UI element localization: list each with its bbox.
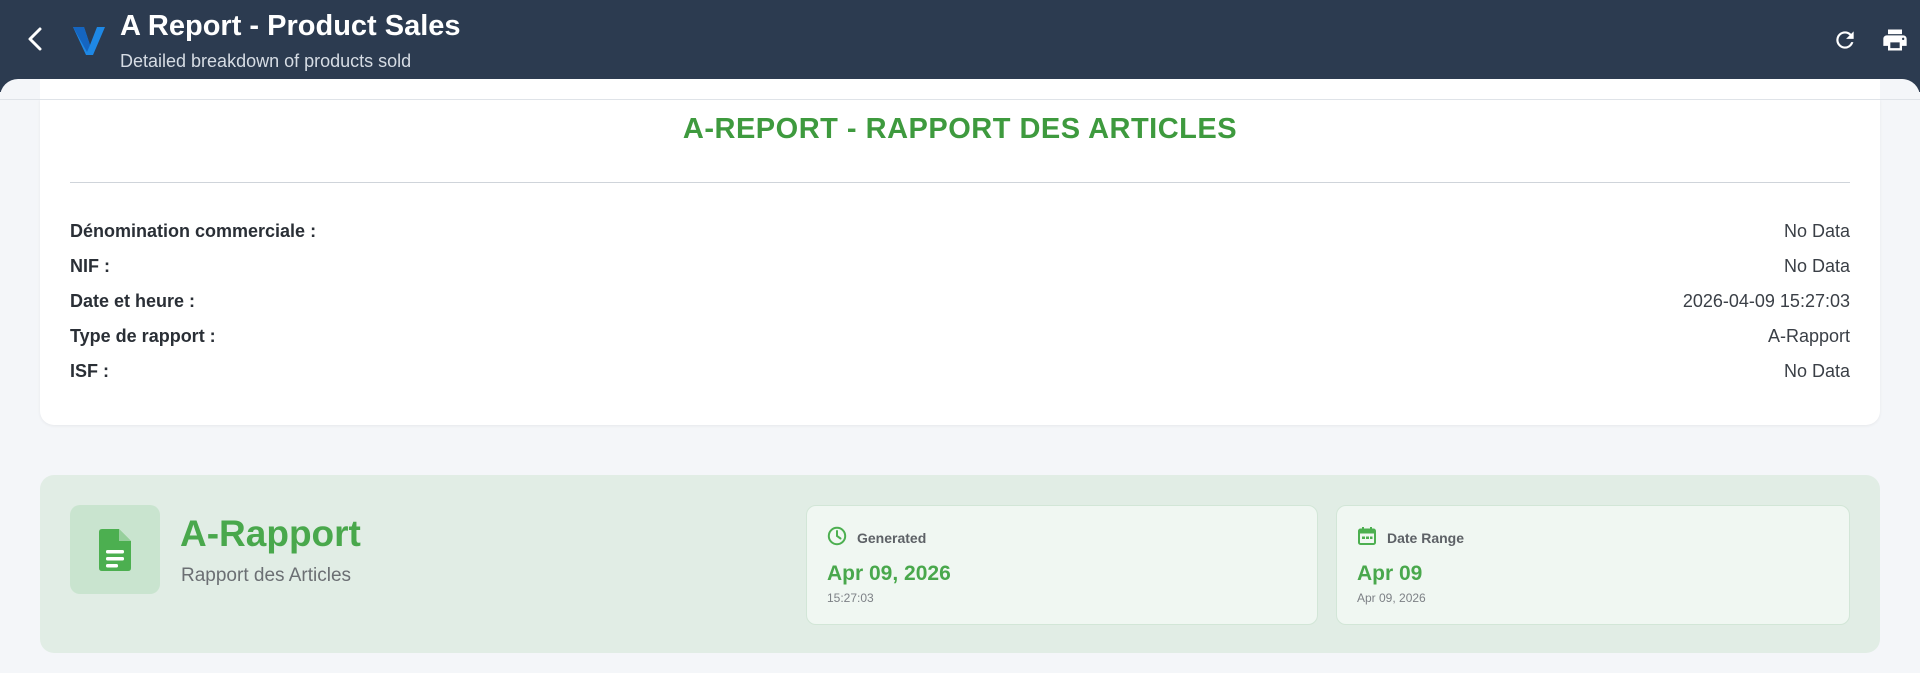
- report-heading: A-REPORT - RAPPORT DES ARTICLES: [682, 113, 1238, 145]
- info-row-date: Date et heure : 2026-04-09 15:27:03: [70, 291, 1850, 315]
- info-label: Type de rapport :: [70, 326, 216, 346]
- chevron-left-icon: [28, 27, 42, 51]
- generated-card: Generated Apr 09, 2026 15:27:03: [806, 505, 1318, 625]
- info-value: 2026-04-09 15:27:03: [1682, 291, 1850, 311]
- refresh-button[interactable]: [1830, 25, 1860, 55]
- back-button[interactable]: [20, 22, 50, 56]
- summary-title: A-Rapport: [180, 513, 361, 554]
- print-icon: [1883, 29, 1907, 51]
- date-range-value: Apr 09: [1357, 562, 1423, 585]
- generated-date: Apr 09, 2026: [827, 562, 951, 585]
- info-row-nif: NIF : No Data: [70, 256, 1850, 280]
- info-value: No Data: [1783, 361, 1850, 381]
- generated-time: 15:27:03: [827, 591, 874, 605]
- summary-subtitle: Rapport des Articles: [181, 565, 352, 586]
- page-title: A Report - Product Sales: [120, 10, 461, 42]
- summary-card: A-Rapport Rapport des Articles Generated…: [40, 475, 1880, 653]
- calendar-icon: [1358, 527, 1376, 545]
- info-row-denomination: Dénomination commerciale : No Data: [70, 221, 1850, 245]
- document-tile: [70, 505, 160, 594]
- document-icon: [99, 528, 131, 571]
- info-value: No Data: [1783, 256, 1850, 276]
- header-divider: [0, 99, 1920, 100]
- info-label: Date et heure :: [70, 291, 196, 311]
- info-label: ISF :: [70, 361, 109, 381]
- refresh-icon: [1836, 31, 1854, 49]
- date-range-card: Date Range Apr 09 Apr 09, 2026: [1336, 505, 1850, 625]
- divider: [70, 182, 1850, 183]
- content-area: A-REPORT - RAPPORT DES ARTICLES Dénomina…: [0, 79, 1920, 673]
- date-range-label: Date Range: [1387, 530, 1465, 546]
- info-label: NIF :: [70, 256, 110, 276]
- info-value: No Data: [1783, 221, 1850, 241]
- info-row-isf: ISF : No Data: [70, 361, 1850, 385]
- clock-icon: [827, 526, 847, 546]
- generated-label: Generated: [857, 530, 927, 546]
- print-button[interactable]: [1878, 25, 1912, 55]
- report-info-card: A-REPORT - RAPPORT DES ARTICLES Dénomina…: [40, 79, 1880, 425]
- info-row-type: Type de rapport : A-Rapport: [70, 326, 1850, 350]
- date-range-sub: Apr 09, 2026: [1357, 591, 1426, 605]
- info-value: A-Rapport: [1767, 326, 1850, 346]
- page-subtitle: Detailed breakdown of products sold: [120, 51, 412, 71]
- info-label: Dénomination commerciale :: [70, 221, 317, 241]
- app-logo: [73, 27, 105, 55]
